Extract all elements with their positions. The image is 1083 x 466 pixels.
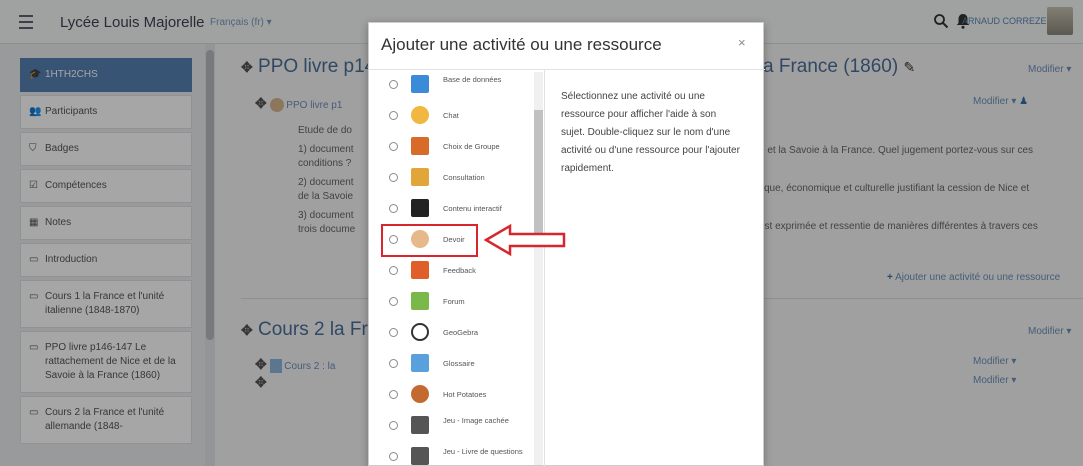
radio-button[interactable]	[389, 390, 398, 399]
radio-button[interactable]	[389, 111, 398, 120]
option-h5p[interactable]: Contenu interactif	[379, 194, 529, 224]
activity-option-list[interactable]: Base de données Chat Choix de Groupe Con…	[369, 70, 566, 466]
forum-icon	[411, 292, 429, 310]
glossary-icon	[411, 354, 429, 372]
group-choice-icon	[411, 137, 429, 155]
option-geogebra[interactable]: GeoGebra	[379, 318, 529, 348]
option-hidden-picture[interactable]: Jeu - Image cachée	[379, 411, 529, 441]
close-icon[interactable]: ×	[738, 35, 746, 50]
option-glossary[interactable]: Glossaire	[379, 349, 529, 379]
option-forum[interactable]: Forum	[379, 287, 529, 317]
radio-button[interactable]	[389, 359, 398, 368]
feedback-icon	[411, 261, 429, 279]
geogebra-icon	[411, 323, 429, 341]
dialog-body: Base de données Chat Choix de Groupe Con…	[369, 70, 765, 466]
option-group-choice[interactable]: Choix de Groupe	[379, 132, 529, 162]
radio-button[interactable]	[389, 452, 398, 461]
help-text: Sélectionnez une activité ou une ressour…	[561, 91, 740, 174]
arrow-left-icon	[484, 224, 566, 256]
radio-button[interactable]	[389, 173, 398, 182]
dialog-title: Ajouter une activité ou une ressource	[381, 35, 662, 54]
radio-button[interactable]	[389, 328, 398, 337]
radio-button[interactable]	[389, 421, 398, 430]
option-survey[interactable]: Consultation	[379, 163, 529, 193]
h5p-icon	[411, 199, 429, 217]
database-icon	[411, 75, 429, 93]
survey-icon	[411, 168, 429, 186]
radio-button[interactable]	[389, 80, 398, 89]
hotpot-icon	[411, 385, 429, 403]
radio-button[interactable]	[389, 204, 398, 213]
option-question-book[interactable]: Jeu - Livre de questions	[379, 442, 529, 466]
activity-chooser-dialog: Ajouter une activité ou une ressource × …	[368, 22, 765, 466]
puzzle-icon	[411, 416, 429, 434]
option-database[interactable]: Base de données	[379, 70, 529, 100]
puzzle-icon	[411, 447, 429, 465]
option-chat[interactable]: Chat	[379, 101, 529, 131]
selection-highlight-box	[381, 224, 478, 257]
radio-button[interactable]	[389, 297, 398, 306]
radio-button[interactable]	[389, 266, 398, 275]
option-hot-potatoes[interactable]: Hot Potatoes	[379, 380, 529, 410]
chat-icon	[411, 106, 429, 124]
radio-button[interactable]	[389, 142, 398, 151]
option-feedback[interactable]: Feedback	[379, 256, 529, 286]
